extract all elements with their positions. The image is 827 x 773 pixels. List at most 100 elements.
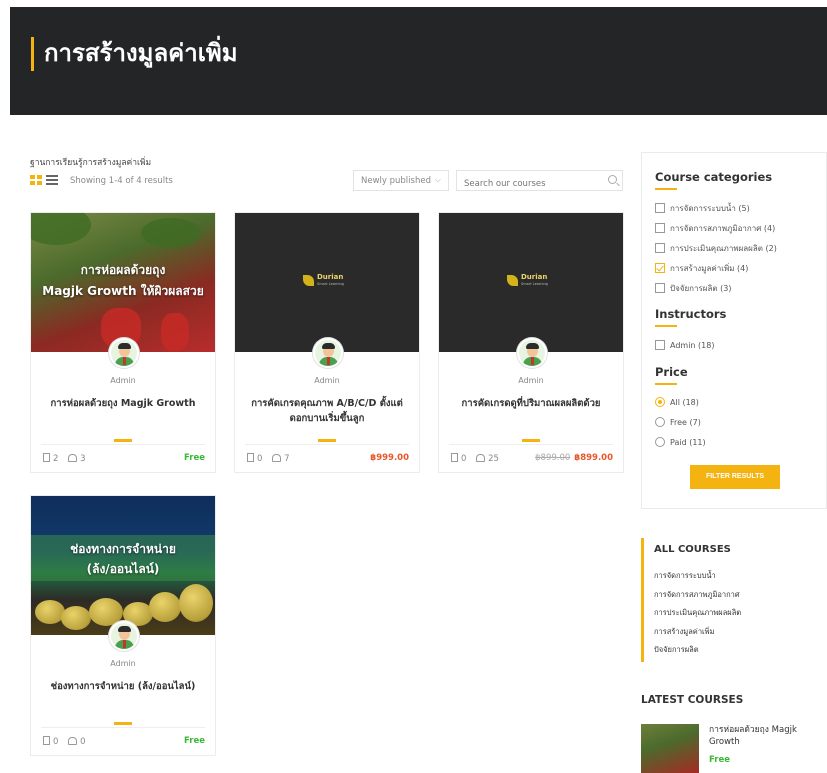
price-heading: Price xyxy=(655,365,688,379)
course-card[interactable]: Durian Smart Learning Admin การคัดเกรดดู… xyxy=(438,212,624,473)
title-accent-bar xyxy=(31,37,34,71)
course-card[interactable]: ช่องทางการจำหน่าย (ล้ง/ออนไลน์) Admin ช่… xyxy=(30,495,216,756)
divider xyxy=(522,439,540,442)
lesson-count: 0 xyxy=(257,454,263,464)
divider xyxy=(114,439,132,442)
instructors-heading: Instructors xyxy=(655,307,727,321)
checkbox[interactable] xyxy=(655,203,665,213)
course-thumbnail[interactable]: Durian Smart Learning xyxy=(235,213,419,352)
category-link[interactable]: การประเมินคุณภาพผลผลิต xyxy=(654,607,741,619)
course-price: ฿899.00 ฿899.00 xyxy=(535,453,613,463)
checkbox[interactable] xyxy=(655,283,665,293)
heading-underline xyxy=(655,325,677,327)
breadcrumb[interactable]: ฐานการเรียนรู้การสร้างมูลค่าเพิ่ม xyxy=(30,155,151,169)
page-header-banner: การสร้างมูลค่าเพิ่ม xyxy=(10,7,827,115)
course-meta: 2 3 xyxy=(43,453,86,464)
course-card[interactable]: Durian Smart Learning Admin การคัดเกรดคุ… xyxy=(234,212,420,473)
category-link[interactable]: ปัจจัยการผลิต xyxy=(654,644,699,656)
divider xyxy=(41,727,205,728)
page-title: การสร้างมูลค่าเพิ่ม xyxy=(44,39,238,67)
latest-course-title[interactable]: การห่อผลด้วยถุง Magjk Growth xyxy=(709,724,821,748)
durian-logo: Durian Smart Learning xyxy=(507,273,559,289)
lesson-count: 2 xyxy=(53,454,59,464)
list-view-icon[interactable] xyxy=(46,175,58,185)
heading-underline xyxy=(655,188,677,190)
all-courses-widget: ALL COURSES การจัดการระบบน้ำ การจัดการสภ… xyxy=(641,538,827,664)
result-count: Showing 1-4 of 4 results xyxy=(70,176,173,186)
instructor-name[interactable]: Admin xyxy=(31,376,215,385)
avatar[interactable] xyxy=(109,338,139,368)
heading-underline xyxy=(655,383,677,385)
course-meta: 0 7 xyxy=(247,453,290,464)
thumbnail-caption: Magjk Growth ให้ผิวผลสวย xyxy=(42,284,204,298)
price-filter-option[interactable]: Free (7) xyxy=(655,417,701,427)
course-price: Free xyxy=(184,736,205,746)
thumbnail-caption: (ล้ง/ออนไลน์) xyxy=(86,562,160,576)
course-thumbnail[interactable]: ช่องทางการจำหน่าย (ล้ง/ออนไลน์) xyxy=(31,496,215,635)
students-icon xyxy=(476,454,486,462)
category-filter-item[interactable]: การประเมินคุณภาพผลผลิต (2) xyxy=(655,242,777,255)
avatar[interactable] xyxy=(109,621,139,651)
filter-results-button[interactable]: FILTER RESULTS xyxy=(690,465,780,489)
thumbnail-caption: การห่อผลด้วยถุง xyxy=(80,263,166,277)
divider xyxy=(318,439,336,442)
radio[interactable] xyxy=(655,437,665,447)
category-link[interactable]: การจัดการสภาพภูมิอากาศ xyxy=(654,589,740,601)
thumbnail-caption: ช่องทางการจำหน่าย xyxy=(70,542,176,556)
radio[interactable] xyxy=(655,417,665,427)
grid-view-icon[interactable] xyxy=(30,175,42,185)
leaf-icon xyxy=(507,275,518,286)
lessons-icon xyxy=(451,453,458,462)
category-link[interactable]: การจัดการระบบน้ำ xyxy=(654,570,716,582)
lessons-icon xyxy=(43,453,50,462)
radio-selected[interactable] xyxy=(655,397,665,407)
lessons-icon xyxy=(43,736,50,745)
instructor-name[interactable]: Admin xyxy=(31,659,215,668)
course-card[interactable]: การห่อผลด้วยถุง Magjk Growth ให้ผิวผลสวย… xyxy=(30,212,216,473)
course-title[interactable]: การห่อผลด้วยถุง Magjk Growth xyxy=(41,396,205,411)
lesson-count: 0 xyxy=(53,737,59,747)
students-icon xyxy=(68,737,78,745)
category-link[interactable]: การสร้างมูลค่าเพิ่ม xyxy=(654,626,714,638)
price-filter-option[interactable]: Paid (11) xyxy=(655,437,706,447)
category-filter-item[interactable]: การจัดการระบบน้ำ (5) xyxy=(655,202,750,215)
category-filter-item[interactable]: การสร้างมูลค่าเพิ่ม (4) xyxy=(655,262,748,275)
durian-logo: Durian Smart Learning xyxy=(303,273,355,289)
course-filter-widget: Course categories การจัดการระบบน้ำ (5) ก… xyxy=(641,152,827,509)
category-filter-item[interactable]: การจัดการสภาพภูมิอากาศ (4) xyxy=(655,222,775,235)
student-count: 0 xyxy=(80,737,86,747)
lessons-icon xyxy=(247,453,254,462)
avatar[interactable] xyxy=(313,338,343,368)
leaf-icon xyxy=(303,275,314,286)
course-thumbnail[interactable]: Durian Smart Learning xyxy=(439,213,623,352)
instructor-name[interactable]: Admin xyxy=(439,376,623,385)
price-filter-option[interactable]: All (18) xyxy=(655,397,699,407)
lesson-count: 0 xyxy=(461,454,467,464)
categories-heading: Course categories xyxy=(655,170,773,184)
checkbox[interactable] xyxy=(655,340,665,350)
instructor-filter-item[interactable]: Admin (18) xyxy=(655,340,714,350)
course-title[interactable]: การคัดเกรดคุณภาพ A/B/C/D ตั้งแต่ดอกบานเร… xyxy=(245,396,409,426)
search-icon[interactable] xyxy=(608,175,617,184)
avatar[interactable] xyxy=(517,338,547,368)
instructor-name[interactable]: Admin xyxy=(235,376,419,385)
latest-course-thumbnail[interactable] xyxy=(641,724,699,773)
checkbox[interactable] xyxy=(655,223,665,233)
course-meta: 0 25 xyxy=(451,453,499,464)
divider xyxy=(449,444,613,445)
students-icon xyxy=(68,454,78,462)
sort-select[interactable]: Newly published ⌵ xyxy=(353,170,449,191)
student-count: 25 xyxy=(488,454,499,464)
course-title[interactable]: ช่องทางการจำหน่าย (ล้ง/ออนไลน์) xyxy=(41,679,205,694)
course-meta: 0 0 xyxy=(43,736,86,747)
search-box[interactable] xyxy=(456,170,623,194)
search-input[interactable] xyxy=(457,174,597,194)
checkbox[interactable] xyxy=(655,243,665,253)
all-courses-heading: ALL COURSES xyxy=(654,544,731,555)
checkbox-checked[interactable] xyxy=(655,263,665,273)
course-title[interactable]: การคัดเกรดดูที่ปริมาณผลผลิตด้วย xyxy=(449,396,613,411)
divider xyxy=(245,444,409,445)
student-count: 7 xyxy=(284,454,290,464)
category-filter-item[interactable]: ปัจจัยการผลิต (3) xyxy=(655,282,731,295)
course-thumbnail[interactable]: การห่อผลด้วยถุง Magjk Growth ให้ผิวผลสวย xyxy=(31,213,215,352)
